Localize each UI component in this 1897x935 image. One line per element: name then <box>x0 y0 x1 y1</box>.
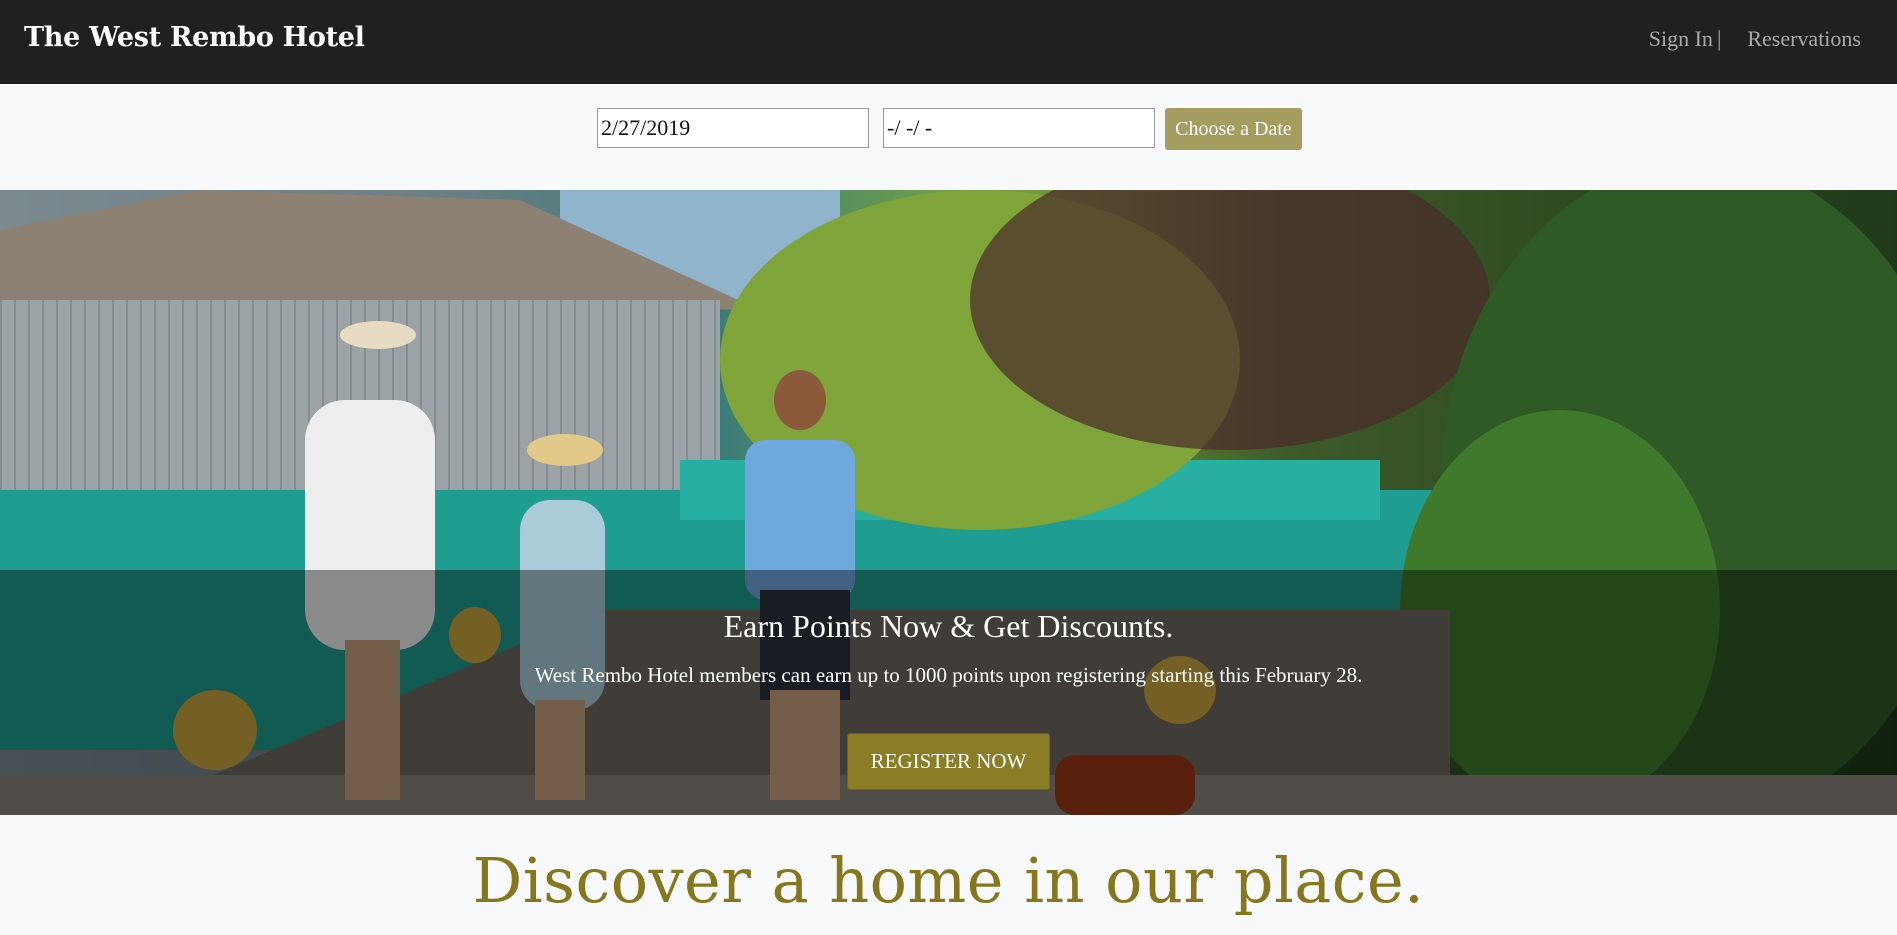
sign-in-link[interactable]: Sign In <box>1649 26 1713 52</box>
check-in-date-input[interactable] <box>597 108 869 148</box>
hero-title: Earn Points Now & Get Discounts. <box>723 608 1174 644</box>
hero-subtitle: West Rembo Hotel members can earn up to … <box>534 663 1363 687</box>
top-navbar: The West Rembo Hotel Sign In | Reservati… <box>0 0 1897 84</box>
hero-banner: Earn Points Now & Get Discounts. West Re… <box>0 190 1897 815</box>
choose-date-button[interactable]: Choose a Date <box>1165 108 1302 150</box>
nav-separator: | <box>1716 26 1722 51</box>
section-heading: Discover a home in our place. <box>472 844 1425 917</box>
brand-logo[interactable]: The West Rembo Hotel <box>24 22 365 53</box>
booking-bar: Choose a Date <box>0 84 1897 190</box>
nav-links: Sign In | Reservations <box>1649 26 1861 52</box>
register-now-button[interactable]: REGISTER NOW <box>847 733 1050 790</box>
reservations-link[interactable]: Reservations <box>1747 26 1861 52</box>
check-out-date-input[interactable] <box>883 108 1155 148</box>
